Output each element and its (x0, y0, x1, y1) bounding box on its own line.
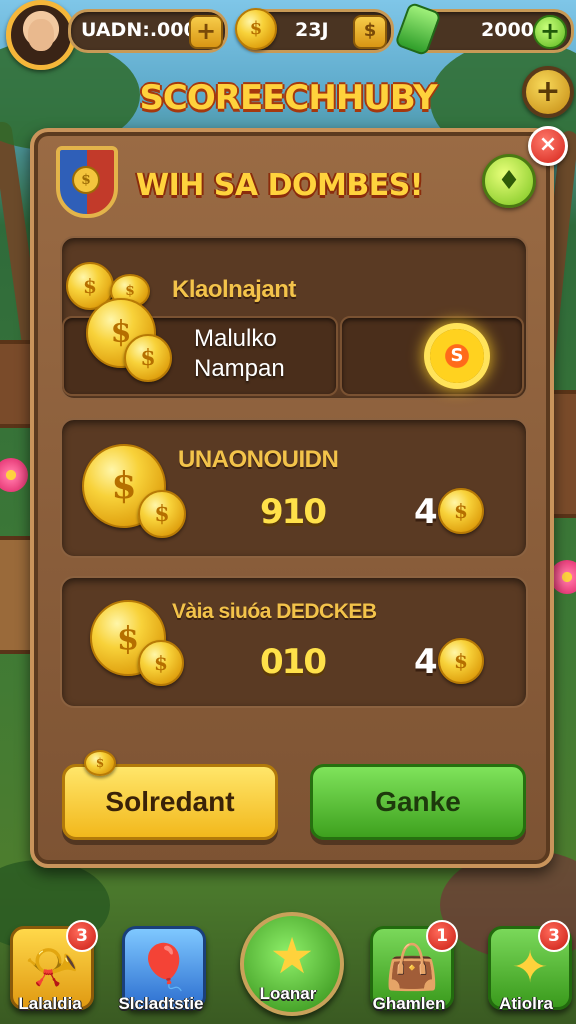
nav-label-4: Atiolra (499, 994, 553, 1013)
nav-badge-0: 3 (66, 920, 98, 952)
resource-2-value: 23J (295, 19, 329, 41)
section-1: Klaolnajant Malulko Nampan S $ $ $ $ (60, 236, 528, 400)
right-action-button[interactable]: Ganke (310, 764, 526, 840)
gold-coin-icon: $ (438, 488, 484, 534)
gold-coin-icon: $ (84, 750, 116, 776)
section-1-slot-line1: Malulko (194, 325, 277, 352)
gold-coin-icon: $ (138, 490, 186, 538)
nav-badge-4: 3 (538, 920, 570, 952)
gold-coin-icon: $ (138, 640, 184, 686)
reward-panel: $ WIH SA DOMBES! ♦ Klaolnajant Malulko N… (30, 128, 554, 868)
section-2-label: UNAONOUIDN (178, 446, 339, 473)
section-1-label: Klaolnajant (172, 276, 296, 303)
resource-1-value: UADN:.000 (81, 19, 197, 41)
resource-bar-2: $ 23J $ (235, 8, 394, 53)
section-3-value: 010 (260, 642, 327, 682)
close-button[interactable]: × (528, 126, 568, 166)
add-resource-3-button[interactable]: + (533, 15, 567, 49)
nav-badge-3: 1 (426, 920, 458, 952)
info-button[interactable]: ♦ (482, 154, 536, 208)
section-3-label: Vàia siuóa DEDCKEB (172, 600, 377, 623)
gold-coin-icon: $ (124, 334, 172, 382)
potion-icon (394, 1, 442, 57)
nav-label-0: Lalaldia (18, 994, 82, 1013)
section-1-slot-line2: Nampan (194, 355, 285, 382)
game-title: SCOREECHHUBY (139, 78, 437, 118)
add-resource-1-button[interactable]: + (189, 15, 223, 49)
player-avatar[interactable] (6, 0, 76, 70)
nav-label-1: Slcladtstie (118, 994, 204, 1013)
section-2-value: 910 (260, 492, 327, 532)
resource-3-value: 2000 (481, 19, 534, 41)
resource-bar-1: UADN:.000 + (68, 9, 228, 53)
gold-coin-icon: $ (438, 638, 484, 684)
section-1-slot-right[interactable]: S (340, 316, 524, 396)
nav-label-3: Ghamlen (372, 994, 446, 1013)
section-2-count: 4 (414, 492, 438, 532)
section-3-count: 4 (414, 642, 438, 682)
resource-bar-3: 2000 + (394, 1, 574, 57)
top-bar: UADN:.000 + $ 23J $ 2000 + (0, 0, 576, 70)
section-3: Vàia siuóa DEDCKEB $ $ 010 4 $ (60, 576, 528, 708)
gold-coin-icon: $ (235, 8, 277, 50)
sun-icon: S (430, 329, 484, 383)
section-2: UNAONOUIDN $ $ 910 4 $ (60, 418, 528, 558)
panel-title: WIH SA DOMBES! (136, 168, 423, 203)
nav-label-2: Loanar (259, 984, 317, 1003)
coin-stack-icon[interactable]: $ (353, 15, 387, 49)
shield-icon: $ (56, 146, 118, 218)
